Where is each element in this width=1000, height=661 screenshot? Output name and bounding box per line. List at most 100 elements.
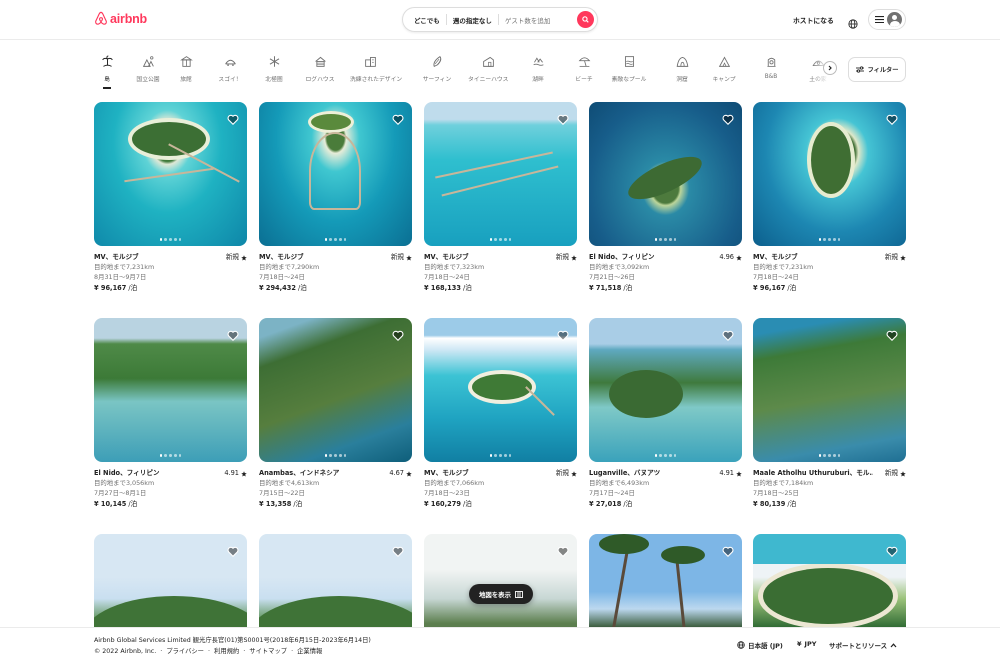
category-bnb[interactable]: B&B [751,55,791,80]
listing-card[interactable]: MV、モルジブ 新規 目的地まで7,323km 7月18日～24日 ¥ 168,133 … [424,102,577,293]
omg-icon [224,59,236,66]
language-button[interactable] [848,14,858,33]
search-bar[interactable]: どこでも 週の指定なし ゲスト数を追加 [402,7,598,32]
airbnb-logo[interactable]: airbnb [94,11,147,26]
listing-price: ¥ 13,358 /泊 [259,500,303,508]
search-when[interactable]: 週の指定なし [447,15,498,25]
listing-photo[interactable] [259,318,412,462]
wishlist-button[interactable] [227,326,239,345]
listing-dates: 7月18日～25日 [753,489,799,497]
tiny-house-icon [482,56,494,67]
category-cabin[interactable]: ログハウス [300,55,340,83]
listing-location: MV、モルジブ [259,253,304,261]
listing-dates: 7月18日～24日 [424,273,470,281]
category-snowflake[interactable]: 北極圏 [254,55,294,83]
listing-photo[interactable] [753,318,906,462]
footer-link-sitemap[interactable]: サイトマップ [249,648,287,655]
filter-button[interactable]: フィルター [848,57,906,82]
category-lakefront[interactable]: 湖畔 [518,55,558,83]
listing-photo[interactable] [589,102,742,246]
footer-link-company[interactable]: 企業情報 [297,648,322,655]
listing-price: ¥ 294,432 /泊 [259,284,307,292]
listing-rating: 4.91 [224,469,247,478]
heart-icon [886,114,898,126]
wishlist-button[interactable] [886,326,898,345]
footer-support-button[interactable]: サポートとリソース [829,640,897,650]
wishlist-button[interactable] [392,110,404,129]
listing-price: ¥ 168,133 /泊 [424,284,472,292]
listing-photo[interactable] [259,102,412,246]
listing-rating: 新規 [556,253,577,262]
category-beach[interactable]: ビーチ [564,55,604,83]
category-label: 洞窟 [676,77,688,83]
listing-card[interactable]: El Nido、フィリピン 4.91 目的地まで3,056km 7月27日～8月1日 ¥… [94,318,247,509]
wishlist-button[interactable] [722,326,734,345]
search-button[interactable] [577,11,594,28]
category-tiny-house[interactable]: タイニーハウス [468,55,508,83]
star-icon [406,254,412,261]
footer-copyright: © 2022 Airbnb, Inc. [94,648,157,655]
category-design[interactable]: 洗練されたデザイン [350,55,402,83]
listing-distance: 目的地まで6,493km [589,479,650,487]
wishlist-button[interactable] [722,110,734,129]
listing-photo[interactable] [424,318,577,462]
footer-currency-button[interactable]: ¥ JPY [797,640,816,648]
wishlist-button[interactable] [227,542,239,561]
user-menu-button[interactable] [868,9,906,30]
category-surf[interactable]: サーフィン [417,55,457,83]
listing-price: ¥ 10,145 /泊 [94,500,138,508]
listing-rating: 新規 [885,253,906,262]
listing-card[interactable]: El Nido、フィリピン 4.96 目的地まで3,092km 7月21日～26日 ¥ … [589,102,742,293]
listing-photo[interactable] [589,318,742,462]
category-omg[interactable]: スゴイ！ [210,55,250,83]
listing-photo[interactable] [753,102,906,246]
category-next-button[interactable] [823,61,837,75]
category-label: タイニーハウス [468,77,509,83]
listing-card[interactable]: MV、モルジブ 新規 目的地まで7,231km 7月18日～24日 ¥ 96,167 /… [753,102,906,293]
star-icon [571,470,577,477]
listing-card[interactable]: Luganville、バヌアツ 4.91 目的地まで6,493km 7月17日～24日… [589,318,742,509]
listing-card[interactable]: MV、モルジブ 新規 目的地まで7,066km 7月18日～23日 ¥ 160,279 … [424,318,577,509]
listing-card[interactable]: Maale Atholhu Uthuruburi、モル... 新規 目的地まで7,1… [753,318,906,509]
wishlist-button[interactable] [392,326,404,345]
listing-distance: 目的地まで7,323km [424,263,485,271]
wishlist-button[interactable] [886,110,898,129]
wishlist-button[interactable] [886,542,898,561]
wishlist-button[interactable] [557,326,569,345]
heart-icon [227,546,239,558]
become-host-link[interactable]: ホストになる [793,15,834,25]
category-ryokan[interactable]: 旅館 [166,55,206,83]
listing-photo[interactable] [94,102,247,246]
search-guests[interactable]: ゲスト数を追加 [499,15,557,25]
category-cave[interactable]: 洞窟 [662,55,702,83]
footer-link-privacy[interactable]: プライバシー [166,648,204,655]
listing-price: ¥ 71,518 /泊 [589,284,633,292]
listing-photo[interactable] [94,318,247,462]
listing-card[interactable]: MV、モルジブ 新規 目的地まで7,290km 7月18日～24日 ¥ 294,432 … [259,102,412,293]
airbnb-logo-icon [95,11,107,25]
heart-icon [722,546,734,558]
wishlist-button[interactable] [227,110,239,129]
listing-card[interactable]: MV、モルジブ 新規 目的地まで7,231km 8月31日～9月7日 ¥ 96,167 … [94,102,247,293]
category-national-park[interactable]: 国立公園 [128,55,168,83]
beach-icon [578,57,590,67]
category-pool[interactable]: 素敵なプール [609,55,649,83]
wishlist-button[interactable] [392,542,404,561]
listing-distance: 目的地まで7,290km [259,263,320,271]
footer-language-button[interactable]: 日本語 (JP) [737,640,783,650]
listing-card[interactable]: Anambas、インドネシア 4.67 目的地まで4,613km 7月15日～22日 ¥… [259,318,412,509]
wishlist-button[interactable] [557,542,569,561]
footer-link-terms[interactable]: 利用規約 [214,648,239,655]
footer-language-label: 日本語 (JP) [748,642,783,650]
listing-photo[interactable] [424,102,577,246]
heart-icon [557,546,569,558]
star-icon [241,470,247,477]
category-camping[interactable]: キャンプ [704,55,744,83]
wishlist-button[interactable] [722,542,734,561]
wishlist-button[interactable] [557,110,569,129]
search-where[interactable]: どこでも [403,15,446,25]
star-icon [571,254,577,261]
filter-label: フィルター [867,67,899,74]
show-map-button[interactable]: 地図を表示 [469,584,533,604]
category-island[interactable]: 島 [87,55,127,89]
